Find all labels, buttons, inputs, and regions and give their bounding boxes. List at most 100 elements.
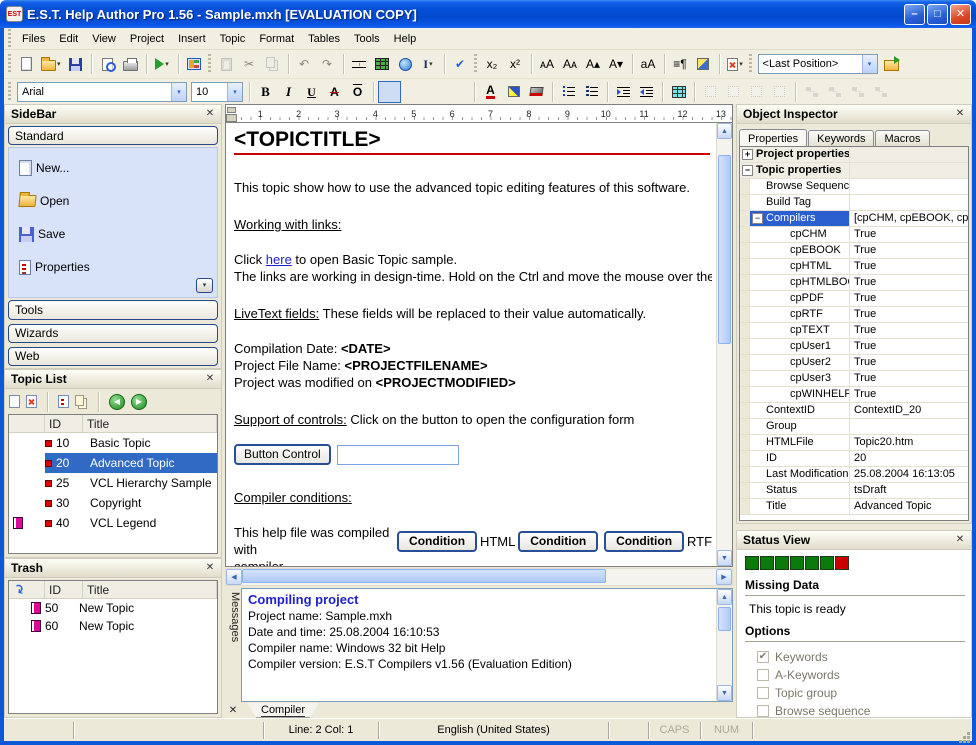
font-color-button[interactable]: A <box>479 81 502 103</box>
menu-item[interactable]: Tools <box>347 30 387 48</box>
click-line[interactable]: Click here to open Basic Topic sample. <box>234 251 712 268</box>
menu-item[interactable]: Files <box>15 30 52 48</box>
property-value[interactable]: True <box>850 291 968 306</box>
property-value[interactable]: Topic20.htm <box>850 435 968 450</box>
dropdown-arrow-icon[interactable]: ▾ <box>165 60 169 68</box>
property-row[interactable]: cpWINHELP True <box>740 387 968 403</box>
combo-dropdown-icon[interactable]: ▾ <box>862 55 877 73</box>
property-value[interactable]: True <box>850 227 968 242</box>
save-project-button[interactable]: ▾ <box>64 53 87 75</box>
checkbox[interactable]: ✔ <box>757 705 769 717</box>
column-id[interactable]: ID <box>45 415 83 432</box>
property-value[interactable] <box>850 163 968 178</box>
new-topic-button[interactable]: ▾ <box>15 53 38 75</box>
minimize-button[interactable]: – <box>904 4 925 25</box>
menu-item[interactable]: Format <box>252 30 301 48</box>
livetext-token[interactable]: <DATE> <box>341 341 391 356</box>
toolbar-gripper[interactable] <box>8 82 11 102</box>
toolbar-gripper[interactable] <box>474 54 477 74</box>
italic-button[interactable]: I <box>277 81 300 103</box>
property-value[interactable]: True <box>850 339 968 354</box>
column-title[interactable]: Title <box>83 415 217 432</box>
close-icon[interactable]: ✕ <box>225 705 241 716</box>
property-row[interactable]: ID 20 <box>740 451 968 467</box>
align-justify-button[interactable] <box>447 81 470 103</box>
spellcheck-button[interactable]: ✔ ▾ <box>449 53 472 75</box>
property-name[interactable]: cpTEXT <box>790 323 830 338</box>
property-value[interactable]: True <box>850 243 968 258</box>
toolbar-gripper[interactable] <box>8 54 11 74</box>
livetext-line[interactable]: LiveText fields: These fields will be re… <box>234 305 712 322</box>
maximize-button[interactable]: □ <box>927 4 948 25</box>
scroll-left-icon[interactable]: ◀ <box>226 569 242 585</box>
property-name[interactable]: ID <box>766 451 777 466</box>
compiler-output[interactable]: Compiling projectProject name: Sample.mx… <box>242 589 716 701</box>
goto-topic-button[interactable]: ▾ <box>880 53 903 75</box>
compiled-text-2[interactable]: compiler. <box>234 558 712 566</box>
messages-scrollbar[interactable]: ▲ ▼ <box>716 589 732 701</box>
property-name[interactable]: cpUser1 <box>790 339 831 354</box>
compile-run-button[interactable]: ▾ <box>151 53 174 75</box>
highlight-button[interactable] <box>502 81 525 103</box>
frame-4-button[interactable] <box>768 81 791 103</box>
page-break-button[interactable]: ▾ <box>348 53 371 75</box>
numbered-list-button[interactable] <box>580 81 603 103</box>
close-icon[interactable]: ✕ <box>953 107 967 121</box>
livetext-token[interactable]: <PROJECTFILENAME> <box>345 358 488 373</box>
insert-cursor-button[interactable]: I ▾ <box>417 53 440 75</box>
language-indicator[interactable]: English (United States) <box>379 722 609 739</box>
scroll-right-icon[interactable]: ▶ <box>716 569 732 585</box>
superscript-button[interactable]: x² ▾ <box>504 53 527 75</box>
paragraph-settings-button[interactable]: ≡¶ ▾ <box>669 53 692 75</box>
undo-button[interactable]: ↶ ▾ <box>293 53 316 75</box>
checkbox[interactable]: ✔ <box>757 687 769 699</box>
controls-line[interactable]: Support of controls: Click on the button… <box>234 411 712 428</box>
print-button[interactable]: ▾ <box>119 53 142 75</box>
last-position-combo[interactable]: <Last Position>▾ <box>758 54 878 74</box>
property-value[interactable]: ContextID_20 <box>850 403 968 418</box>
button-control[interactable]: Button Control <box>234 444 331 465</box>
property-row[interactable]: Title Advanced Topic <box>740 499 968 515</box>
align-right-button[interactable] <box>424 81 447 103</box>
condition-button-1[interactable]: Condition <box>397 531 477 552</box>
open-project-button[interactable]: ▾ <box>38 53 64 75</box>
menu-item[interactable]: Tables <box>301 30 347 48</box>
intro-paragraph[interactable]: This topic show how to use the advanced … <box>234 179 712 196</box>
property-row[interactable]: cpHTMLBOOK True <box>740 275 968 291</box>
property-value[interactable]: 20 <box>850 451 968 466</box>
font-increase-button[interactable]: ᴀA ▾ <box>536 53 559 75</box>
topic-row[interactable]: 40 VCL Legend <box>9 513 217 533</box>
property-row[interactable]: cpTEXT True <box>740 323 968 339</box>
outdent-button[interactable] <box>635 81 658 103</box>
print-preview-button[interactable]: ▾ <box>96 53 119 75</box>
property-row[interactable]: HTMLFile Topic20.htm <box>740 435 968 451</box>
topic-copy-button[interactable] <box>75 395 84 406</box>
topic-delete-button[interactable] <box>26 395 37 408</box>
align-center-button[interactable] <box>401 81 424 103</box>
sidebar-section-tools[interactable]: Tools <box>8 300 218 319</box>
tab-compiler[interactable]: Compiler <box>247 703 319 718</box>
condition-button-2[interactable]: Condition <box>518 531 598 552</box>
checkbox[interactable]: ✔ <box>757 669 769 681</box>
option-row[interactable]: ✔ Browse sequence <box>757 702 963 717</box>
scroll-up-icon[interactable]: ▲ <box>717 123 732 139</box>
close-button[interactable]: ✕ <box>950 4 971 25</box>
menu-item[interactable]: View <box>85 30 123 48</box>
menu-gripper[interactable] <box>8 29 11 49</box>
topic-prev-button[interactable]: ◀ <box>109 394 125 410</box>
property-name[interactable]: cpHTMLBOOK <box>790 275 849 290</box>
property-name[interactable]: cpCHM <box>790 227 827 242</box>
property-name[interactable]: Status <box>766 483 797 498</box>
topic-properties-button[interactable] <box>58 395 69 408</box>
column-title[interactable]: Title <box>83 581 217 598</box>
combo-dropdown-icon[interactable]: ▾ <box>227 83 242 101</box>
property-value[interactable]: True <box>850 307 968 322</box>
ruler-indent-markers[interactable] <box>227 107 236 113</box>
property-row[interactable]: cpUser3 True <box>740 371 968 387</box>
property-name[interactable]: Project properties <box>756 147 849 162</box>
property-name[interactable]: Last Modification <box>766 467 849 482</box>
overline-button[interactable]: O <box>346 81 369 103</box>
scrollbar-thumb[interactable] <box>242 569 606 583</box>
editor-ruler[interactable]: 12345678910111213 <box>225 104 733 123</box>
link-node-2-button[interactable] <box>823 81 846 103</box>
